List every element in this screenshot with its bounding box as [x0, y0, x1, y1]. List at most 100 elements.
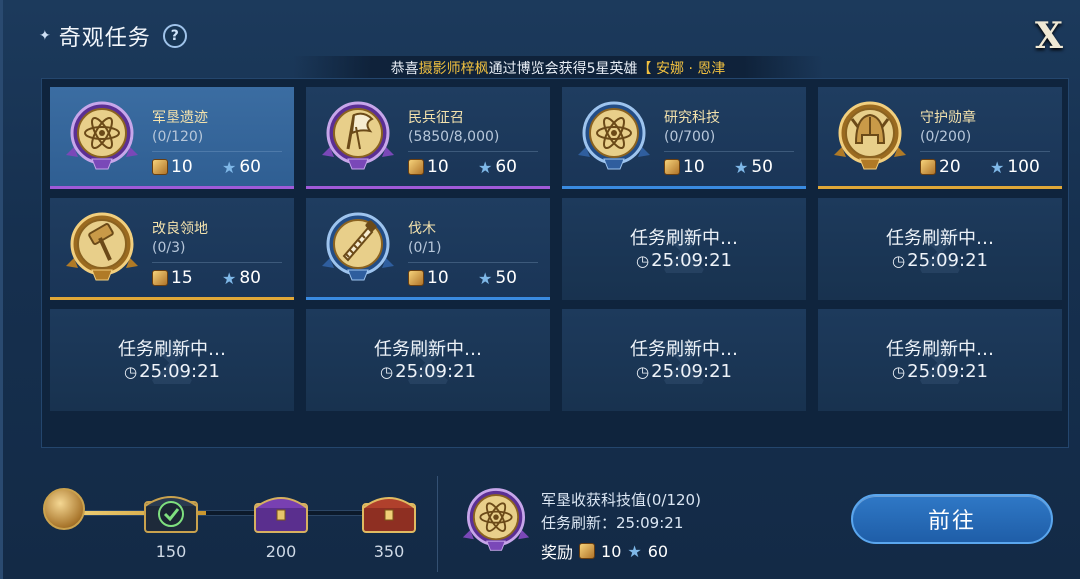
refreshing-slot: ⧗ 任务刷新中… ◷ 25:09:21: [562, 198, 806, 300]
coin-amount: 10: [601, 541, 622, 561]
rarity-bar: [306, 297, 550, 300]
atom-icon: [462, 488, 530, 551]
refresh-timer: ◷ 25:09:21: [562, 250, 806, 271]
refresh-timer: ◷ 25:09:21: [562, 361, 806, 382]
star-icon: ★: [222, 157, 237, 177]
star-amount: 60: [647, 541, 669, 561]
star-icon: ★: [222, 268, 237, 288]
task-card[interactable]: 伐木 (0/1) 10 ★ 50: [306, 198, 550, 300]
coin-reward: 20: [920, 157, 961, 177]
task-card[interactable]: 守护勋章 (0/200) 20 ★ 100: [818, 87, 1062, 189]
header: ✦ 奇观任务 ? X: [3, 0, 1080, 64]
task-card[interactable]: 民兵征召 (5850/8,000) 10 ★ 60: [306, 87, 550, 189]
divider: [437, 476, 438, 572]
help-button[interactable]: ?: [162, 24, 187, 48]
refresh-timer: ◷ 25:09:21: [50, 361, 294, 382]
clock-icon: ◷: [124, 363, 138, 381]
selected-task-title: 军垦收获科技值(0/120): [541, 491, 701, 509]
task-progress: (5850/8,000): [408, 129, 500, 145]
refreshing-slot: ⧗ 任务刷新中… ◷ 25:09:21: [818, 198, 1062, 300]
atom-icon: [578, 101, 650, 170]
milestone-progress-track: [67, 510, 397, 516]
star-icon: ★: [478, 268, 493, 288]
task-name: 军垦遗迹: [152, 110, 208, 126]
divider: [408, 151, 538, 152]
refreshing-slot: ⧗ 任务刷新中… ◷ 25:09:21: [562, 309, 806, 411]
refreshing-slot: ⧗ 任务刷新中… ◷ 25:09:21: [306, 309, 550, 411]
star-amount: 80: [239, 268, 261, 288]
refresh-timer: ◷ 25:09:21: [818, 361, 1062, 382]
star-icon: ★: [734, 157, 749, 177]
saw-icon: [322, 212, 394, 281]
sparkle-icon: ✦: [39, 28, 51, 44]
chest-claimed-icon[interactable]: [141, 488, 201, 536]
divider: [920, 151, 1050, 152]
coin-reward: 10: [408, 268, 449, 288]
star-icon: ★: [478, 157, 493, 177]
clock-icon: ◷: [636, 363, 650, 381]
task-grid: 军垦遗迹 (0/120) 10 ★ 60 民兵征召 (5850/8,000) 10…: [41, 78, 1069, 448]
coin-icon: [664, 159, 680, 175]
refresh-timer-value: 25:09:21: [651, 250, 732, 271]
divider: [408, 262, 538, 263]
refresh-timer-value: 25:09:21: [907, 361, 988, 382]
ticker-middle: 通过博览会获得5星英雄: [488, 61, 638, 77]
coin-reward: 10: [664, 157, 705, 177]
selected-task-refresh: 任务刷新：25:09:21: [541, 514, 684, 532]
clock-icon: ◷: [380, 363, 394, 381]
pyramid-icon: [43, 488, 85, 530]
clock-icon: ◷: [892, 363, 906, 381]
go-button[interactable]: 前往: [851, 494, 1053, 544]
coin-icon: [152, 159, 168, 175]
clock-icon: ◷: [636, 252, 650, 270]
star-icon: ★: [990, 157, 1005, 177]
purple-chest-icon[interactable]: [251, 488, 311, 536]
task-name: 民兵征召: [408, 110, 464, 126]
wonder-task-panel: ✦ 奇观任务 ? X 恭喜 摄影师梓枫 通过博览会获得5星英雄 【 安娜 · 恩…: [0, 0, 1080, 579]
refresh-text: 任务刷新中…: [886, 339, 994, 360]
coin-icon: [579, 543, 596, 559]
coin-amount: 10: [683, 157, 705, 177]
clock-icon: ◷: [892, 252, 906, 270]
task-progress: (0/200): [920, 129, 972, 145]
atom-icon: [66, 101, 138, 170]
rarity-bar: [562, 186, 806, 189]
refresh-timer-value: 25:09:21: [651, 361, 732, 382]
star-reward: ★ 50: [734, 157, 773, 177]
refresh-text: 任务刷新中…: [630, 228, 738, 249]
milestone-label: 350: [373, 542, 405, 561]
task-card[interactable]: 改良领地 (0/3) 15 ★ 80: [50, 198, 294, 300]
coin-reward: 15: [152, 268, 193, 288]
task-name: 伐木: [408, 221, 436, 237]
flag-icon: [322, 101, 394, 170]
coin-reward: 10: [408, 157, 449, 177]
close-button[interactable]: X: [1027, 15, 1071, 57]
star-amount: 100: [1007, 157, 1040, 177]
ticker-player: 摄影师梓枫: [418, 61, 489, 77]
task-progress: (0/3): [152, 240, 186, 256]
title-group: ✦ 奇观任务 ?: [39, 20, 187, 52]
task-progress: (0/120): [152, 129, 204, 145]
star-reward: ★ 60: [222, 157, 261, 177]
divider: [664, 151, 794, 152]
coin-reward: 10: [152, 157, 193, 177]
ticker-prefix: 恭喜: [390, 61, 419, 77]
selected-task-reward: 奖励 10 ★ 60: [541, 539, 668, 563]
coin-amount: 15: [171, 268, 193, 288]
coin-amount: 10: [427, 268, 449, 288]
coin-icon: [408, 270, 424, 286]
task-card[interactable]: 军垦遗迹 (0/120) 10 ★ 60: [50, 87, 294, 189]
bottom-bar: 150 200 350 军垦收获科技值(0/120) 任务刷新：25:09:21: [3, 460, 1080, 579]
milestone-label: 200: [265, 542, 297, 561]
task-progress: (0/1): [408, 240, 442, 256]
star-reward: ★ 80: [222, 268, 261, 288]
coin-amount: 10: [427, 157, 449, 177]
task-card[interactable]: 研究科技 (0/700) 10 ★ 50: [562, 87, 806, 189]
coin-icon: [920, 159, 936, 175]
refresh-timer: ◷ 25:09:21: [306, 361, 550, 382]
red-chest-icon[interactable]: [359, 488, 419, 536]
rarity-bar: [306, 186, 550, 189]
refresh-text: 任务刷新中…: [630, 339, 738, 360]
announcement-ticker: 恭喜 摄影师梓枫 通过博览会获得5星英雄 【 安娜 · 恩津: [293, 56, 823, 80]
task-name: 研究科技: [664, 110, 720, 126]
